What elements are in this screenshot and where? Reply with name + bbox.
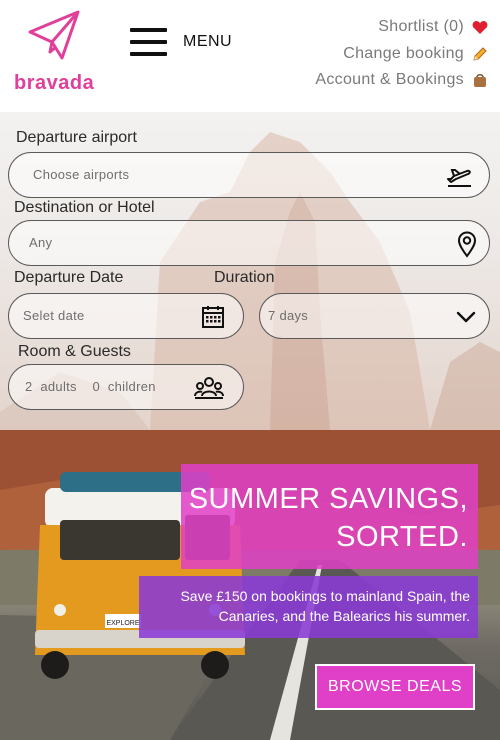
- guests-value: 2 adults 0 children: [25, 379, 156, 394]
- departure-airport-field[interactable]: Choose airports: [8, 152, 490, 198]
- room-guests-field[interactable]: 2 adults 0 children: [8, 364, 244, 410]
- promo-subtitle-box: Save £150 on bookings to mainland Spain,…: [139, 576, 478, 638]
- date-placeholder: Selet date: [23, 308, 85, 323]
- map-pin-icon: [457, 231, 477, 258]
- account-bookings-link[interactable]: Account & Bookings: [315, 67, 490, 94]
- plate-text: EXPLORE: [106, 620, 139, 627]
- room-guests-label: Room & Guests: [18, 343, 131, 360]
- account-bookings-label: Account & Bookings: [315, 71, 464, 89]
- departure-date-field[interactable]: Selet date: [8, 293, 244, 339]
- change-booking-label: Change booking: [343, 44, 464, 62]
- plane-departure-icon: [447, 169, 471, 187]
- duration-select[interactable]: 7 days: [259, 293, 490, 339]
- chevron-down-icon: [456, 311, 476, 323]
- promo-subtitle: Save £150 on bookings to mainland Spain,…: [180, 588, 470, 624]
- promo-title-line1: SUMMER SAVINGS,: [188, 483, 468, 515]
- bag-icon: [470, 72, 490, 88]
- destination-label: Destination or Hotel: [14, 199, 155, 216]
- change-booking-link[interactable]: Change booking: [315, 41, 490, 68]
- promo-title-line2: SORTED.: [336, 521, 468, 553]
- calendar-icon: [202, 306, 224, 328]
- heart-icon: [470, 20, 490, 35]
- destination-placeholder: Any: [29, 235, 53, 250]
- duration-label: Duration: [214, 269, 275, 286]
- departure-placeholder: Choose airports: [33, 167, 130, 182]
- menu-button[interactable]: MENU: [130, 28, 232, 56]
- promo-headline: SUMMER SAVINGS, SORTED.: [189, 480, 468, 556]
- shortlist-label: Shortlist (0): [378, 18, 464, 36]
- shortlist-link[interactable]: Shortlist (0): [315, 14, 490, 41]
- site-header: bravada MENU Shortlist (0) Change bookin…: [0, 0, 500, 112]
- departure-label: Departure airport: [16, 129, 137, 146]
- brand-name: bravada: [14, 72, 95, 94]
- search-panel: Departure airport Choose airports Destin…: [0, 112, 500, 430]
- bravada-logo[interactable]: bravada: [14, 10, 94, 94]
- group-icon: [194, 377, 224, 399]
- paper-plane-icon: [28, 10, 80, 60]
- menu-label: MENU: [183, 33, 233, 50]
- promo-hero: EXPLORE SUMMER SAVINGS, SORTED. Save £15…: [0, 430, 500, 740]
- departure-date-label: Departure Date: [14, 269, 124, 286]
- destination-field[interactable]: Any: [8, 220, 490, 266]
- account-links: Shortlist (0) Change booking Account & B…: [315, 14, 490, 94]
- duration-value: 7 days: [268, 308, 309, 323]
- browse-deals-button[interactable]: BROWSE DEALS: [315, 664, 475, 710]
- pencil-icon: [470, 46, 490, 62]
- promo-headline-box: SUMMER SAVINGS, SORTED.: [181, 464, 478, 569]
- hamburger-icon: [130, 28, 167, 56]
